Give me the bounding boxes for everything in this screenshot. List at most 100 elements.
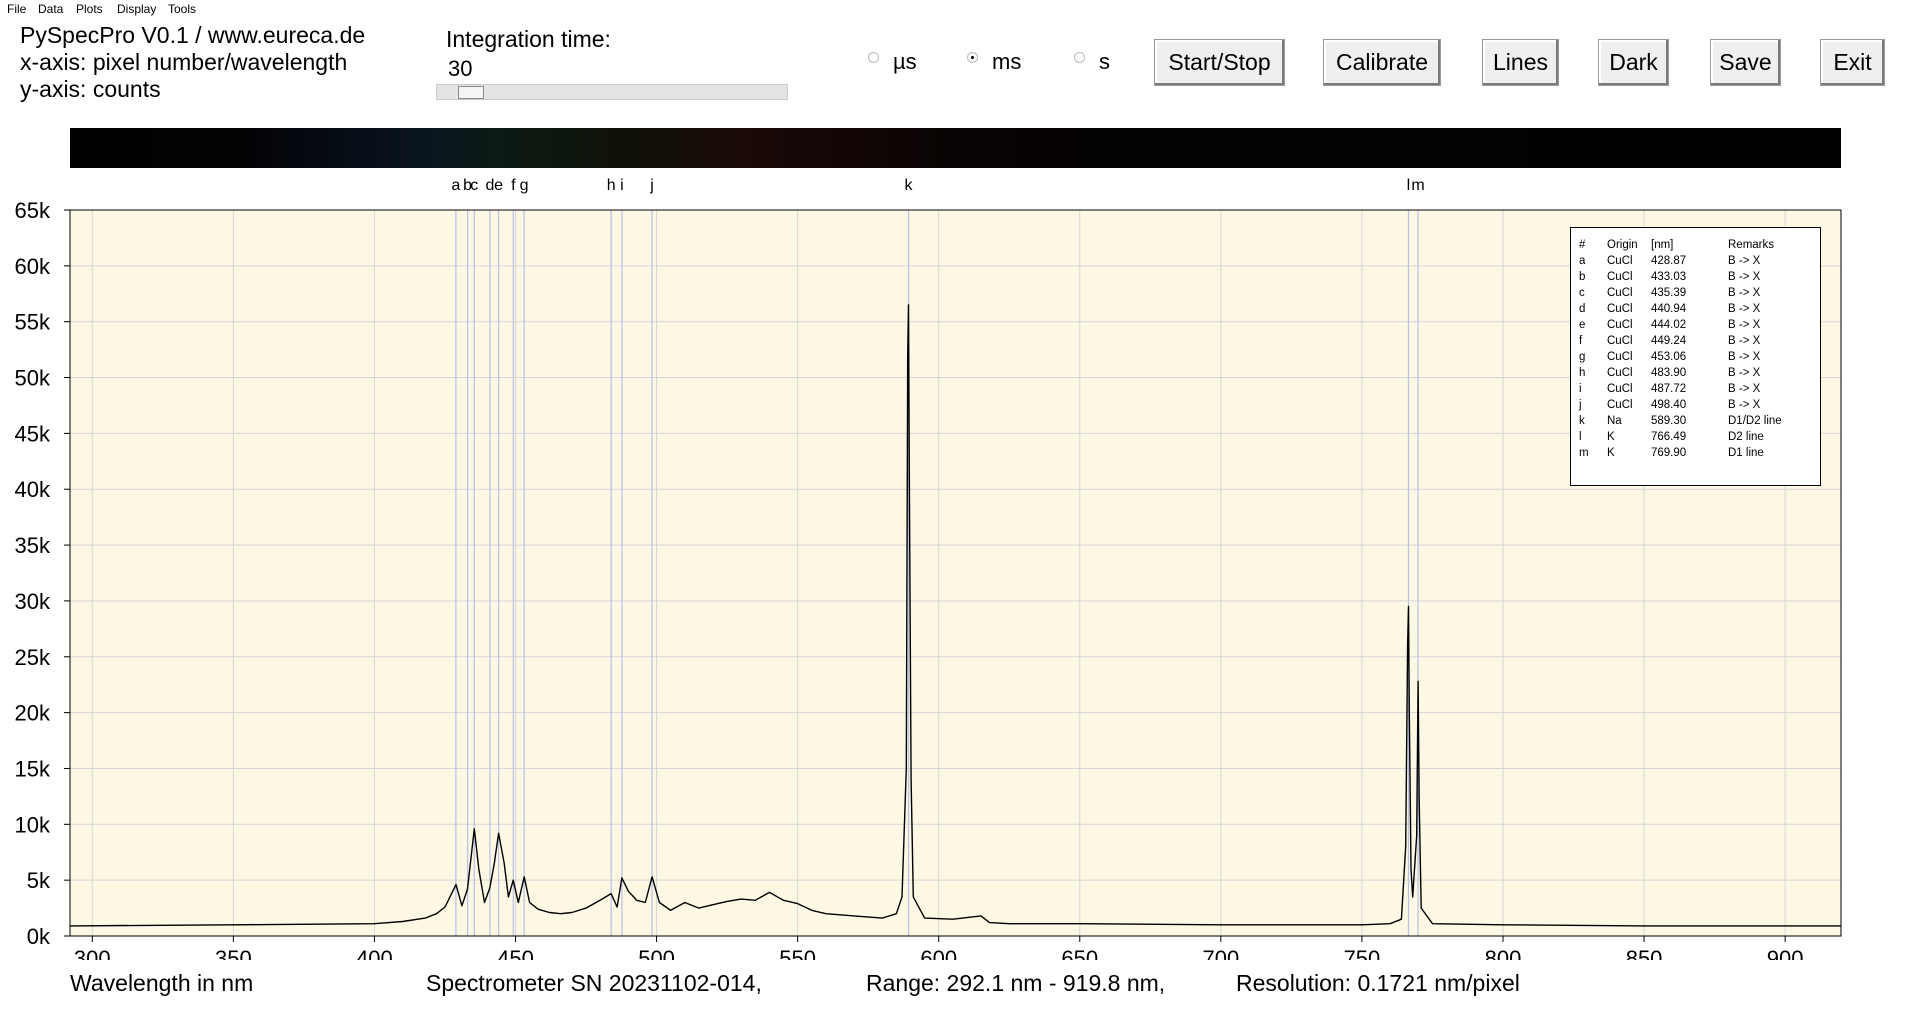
legend-origin: Na xyxy=(1607,415,1622,427)
legend-remarks: B -> X xyxy=(1728,399,1761,411)
legend-remarks: B -> X xyxy=(1728,271,1761,283)
spectrum-resolution: Resolution: 0.1721 nm/pixel xyxy=(1236,970,1520,996)
legend-origin: CuCl xyxy=(1607,383,1633,395)
marker-label-d: d xyxy=(485,177,495,194)
legend-id: g xyxy=(1579,351,1586,363)
legend-id: l xyxy=(1579,431,1582,443)
legend-remarks: B -> X xyxy=(1728,319,1761,331)
legend-origin: CuCl xyxy=(1607,335,1633,347)
radio-milliseconds-label: ms xyxy=(992,49,1022,74)
x-tick-label: 300 xyxy=(74,946,111,960)
y-tick-label: 10k xyxy=(15,812,51,837)
legend-wavelength: 483.90 xyxy=(1651,367,1687,379)
y-tick-label: 55k xyxy=(15,310,51,335)
legend-wavelength: 487.72 xyxy=(1651,383,1687,395)
legend-id: i xyxy=(1579,383,1582,395)
menu-tools[interactable]: Tools xyxy=(168,2,196,16)
legend-wavelength: 440.94 xyxy=(1651,303,1687,315)
legend-wavelength: 766.49 xyxy=(1651,431,1687,443)
radio-seconds[interactable] xyxy=(1074,52,1085,63)
marker-label-f: f xyxy=(511,177,516,194)
x-tick-label: 800 xyxy=(1485,946,1522,960)
marker-label-e: e xyxy=(494,177,504,194)
legend-id: e xyxy=(1579,319,1586,331)
y-tick-label: 65k xyxy=(15,200,51,223)
marker-label-m: m xyxy=(1411,177,1425,194)
lines-button[interactable]: Lines xyxy=(1482,39,1559,86)
dark-button[interactable]: Dark xyxy=(1598,39,1669,86)
y-axis-info: y-axis: counts xyxy=(20,76,161,102)
y-tick-label: 15k xyxy=(15,756,51,781)
legend-id: c xyxy=(1579,287,1585,299)
spectrum-color-bar xyxy=(70,128,1841,168)
y-tick-label: 60k xyxy=(15,254,51,279)
menu-display[interactable]: Display xyxy=(117,2,156,16)
start-stop-button[interactable]: Start/Stop xyxy=(1154,39,1285,86)
exit-button[interactable]: Exit xyxy=(1820,39,1885,86)
legend-wavelength: 449.24 xyxy=(1651,335,1687,347)
marker-label-h: h xyxy=(606,177,616,194)
y-tick-label: 50k xyxy=(15,366,51,391)
marker-label-k: k xyxy=(904,177,913,194)
calibrate-button[interactable]: Calibrate xyxy=(1323,39,1441,86)
legend-wavelength: 435.39 xyxy=(1651,287,1687,299)
legend-origin: CuCl xyxy=(1607,367,1633,379)
y-tick-label: 45k xyxy=(15,421,51,446)
legend-origin: CuCl xyxy=(1607,303,1633,315)
legend-id: h xyxy=(1579,367,1586,379)
legend-origin: CuCl xyxy=(1607,287,1633,299)
marker-label-j: j xyxy=(650,177,654,194)
radio-milliseconds[interactable] xyxy=(967,52,978,63)
legend-wavelength: 498.40 xyxy=(1651,399,1687,411)
spectrometer-serial: Spectrometer SN 20231102-014, xyxy=(426,970,762,996)
marker-label-l: l xyxy=(1406,177,1411,194)
legend-header-remarks: Remarks xyxy=(1728,239,1775,251)
legend-remarks: B -> X xyxy=(1728,303,1761,315)
legend-remarks: D2 line xyxy=(1728,431,1764,443)
x-tick-label: 850 xyxy=(1626,946,1663,960)
legend-id: a xyxy=(1579,255,1586,267)
legend-wavelength: 433.03 xyxy=(1651,271,1687,283)
legend-wavelength: 589.30 xyxy=(1651,415,1687,427)
y-tick-label: 20k xyxy=(15,701,51,726)
spectrum-range: Range: 292.1 nm - 919.8 nm, xyxy=(866,970,1166,996)
legend-remarks: B -> X xyxy=(1728,287,1761,299)
line-marker-labels: abcdefghijklm xyxy=(0,175,1920,199)
slider-thumb[interactable] xyxy=(458,86,485,99)
y-tick-label: 5k xyxy=(27,868,51,893)
legend-wavelength: 444.02 xyxy=(1651,319,1687,331)
save-button[interactable]: Save xyxy=(1710,39,1781,86)
marker-label-c: c xyxy=(470,177,479,194)
y-tick-label: 0k xyxy=(27,924,51,949)
y-tick-label: 40k xyxy=(15,477,51,502)
legend-header-id: # xyxy=(1579,239,1586,251)
radio-microseconds[interactable] xyxy=(868,52,879,63)
menu-data[interactable]: Data xyxy=(38,2,63,16)
marker-label-g: g xyxy=(519,177,529,194)
legend-origin: K xyxy=(1607,447,1615,459)
legend-wavelength: 769.90 xyxy=(1651,447,1687,459)
legend-id: j xyxy=(1579,399,1582,411)
legend-id: b xyxy=(1579,271,1586,283)
legend-id: f xyxy=(1579,335,1583,347)
legend-wavelength: 453.06 xyxy=(1651,351,1687,363)
marker-label-a: a xyxy=(451,177,461,194)
y-tick-label: 30k xyxy=(15,589,51,614)
app-title: PySpecPro V0.1 / www.eureca.de xyxy=(20,22,366,48)
x-tick-label: 400 xyxy=(356,946,393,960)
radio-microseconds-label: µs xyxy=(893,49,917,74)
x-tick-label: 500 xyxy=(638,946,675,960)
legend-remarks: B -> X xyxy=(1728,351,1761,363)
y-tick-label: 35k xyxy=(15,533,51,558)
legend-wavelength: 428.87 xyxy=(1651,255,1687,267)
legend-header-origin: Origin xyxy=(1607,239,1638,251)
legend-remarks: B -> X xyxy=(1728,255,1761,267)
x-tick-label: 900 xyxy=(1767,946,1804,960)
x-tick-label: 650 xyxy=(1061,946,1098,960)
legend-remarks: B -> X xyxy=(1728,335,1761,347)
menu-file[interactable]: File xyxy=(7,2,26,16)
integration-time-slider[interactable] xyxy=(436,84,788,100)
menu-plots[interactable]: Plots xyxy=(76,2,103,16)
lines-legend: # Origin [nm] Remarks a CuCl 428.87 B ->… xyxy=(1570,227,1821,486)
legend-origin: K xyxy=(1607,431,1615,443)
